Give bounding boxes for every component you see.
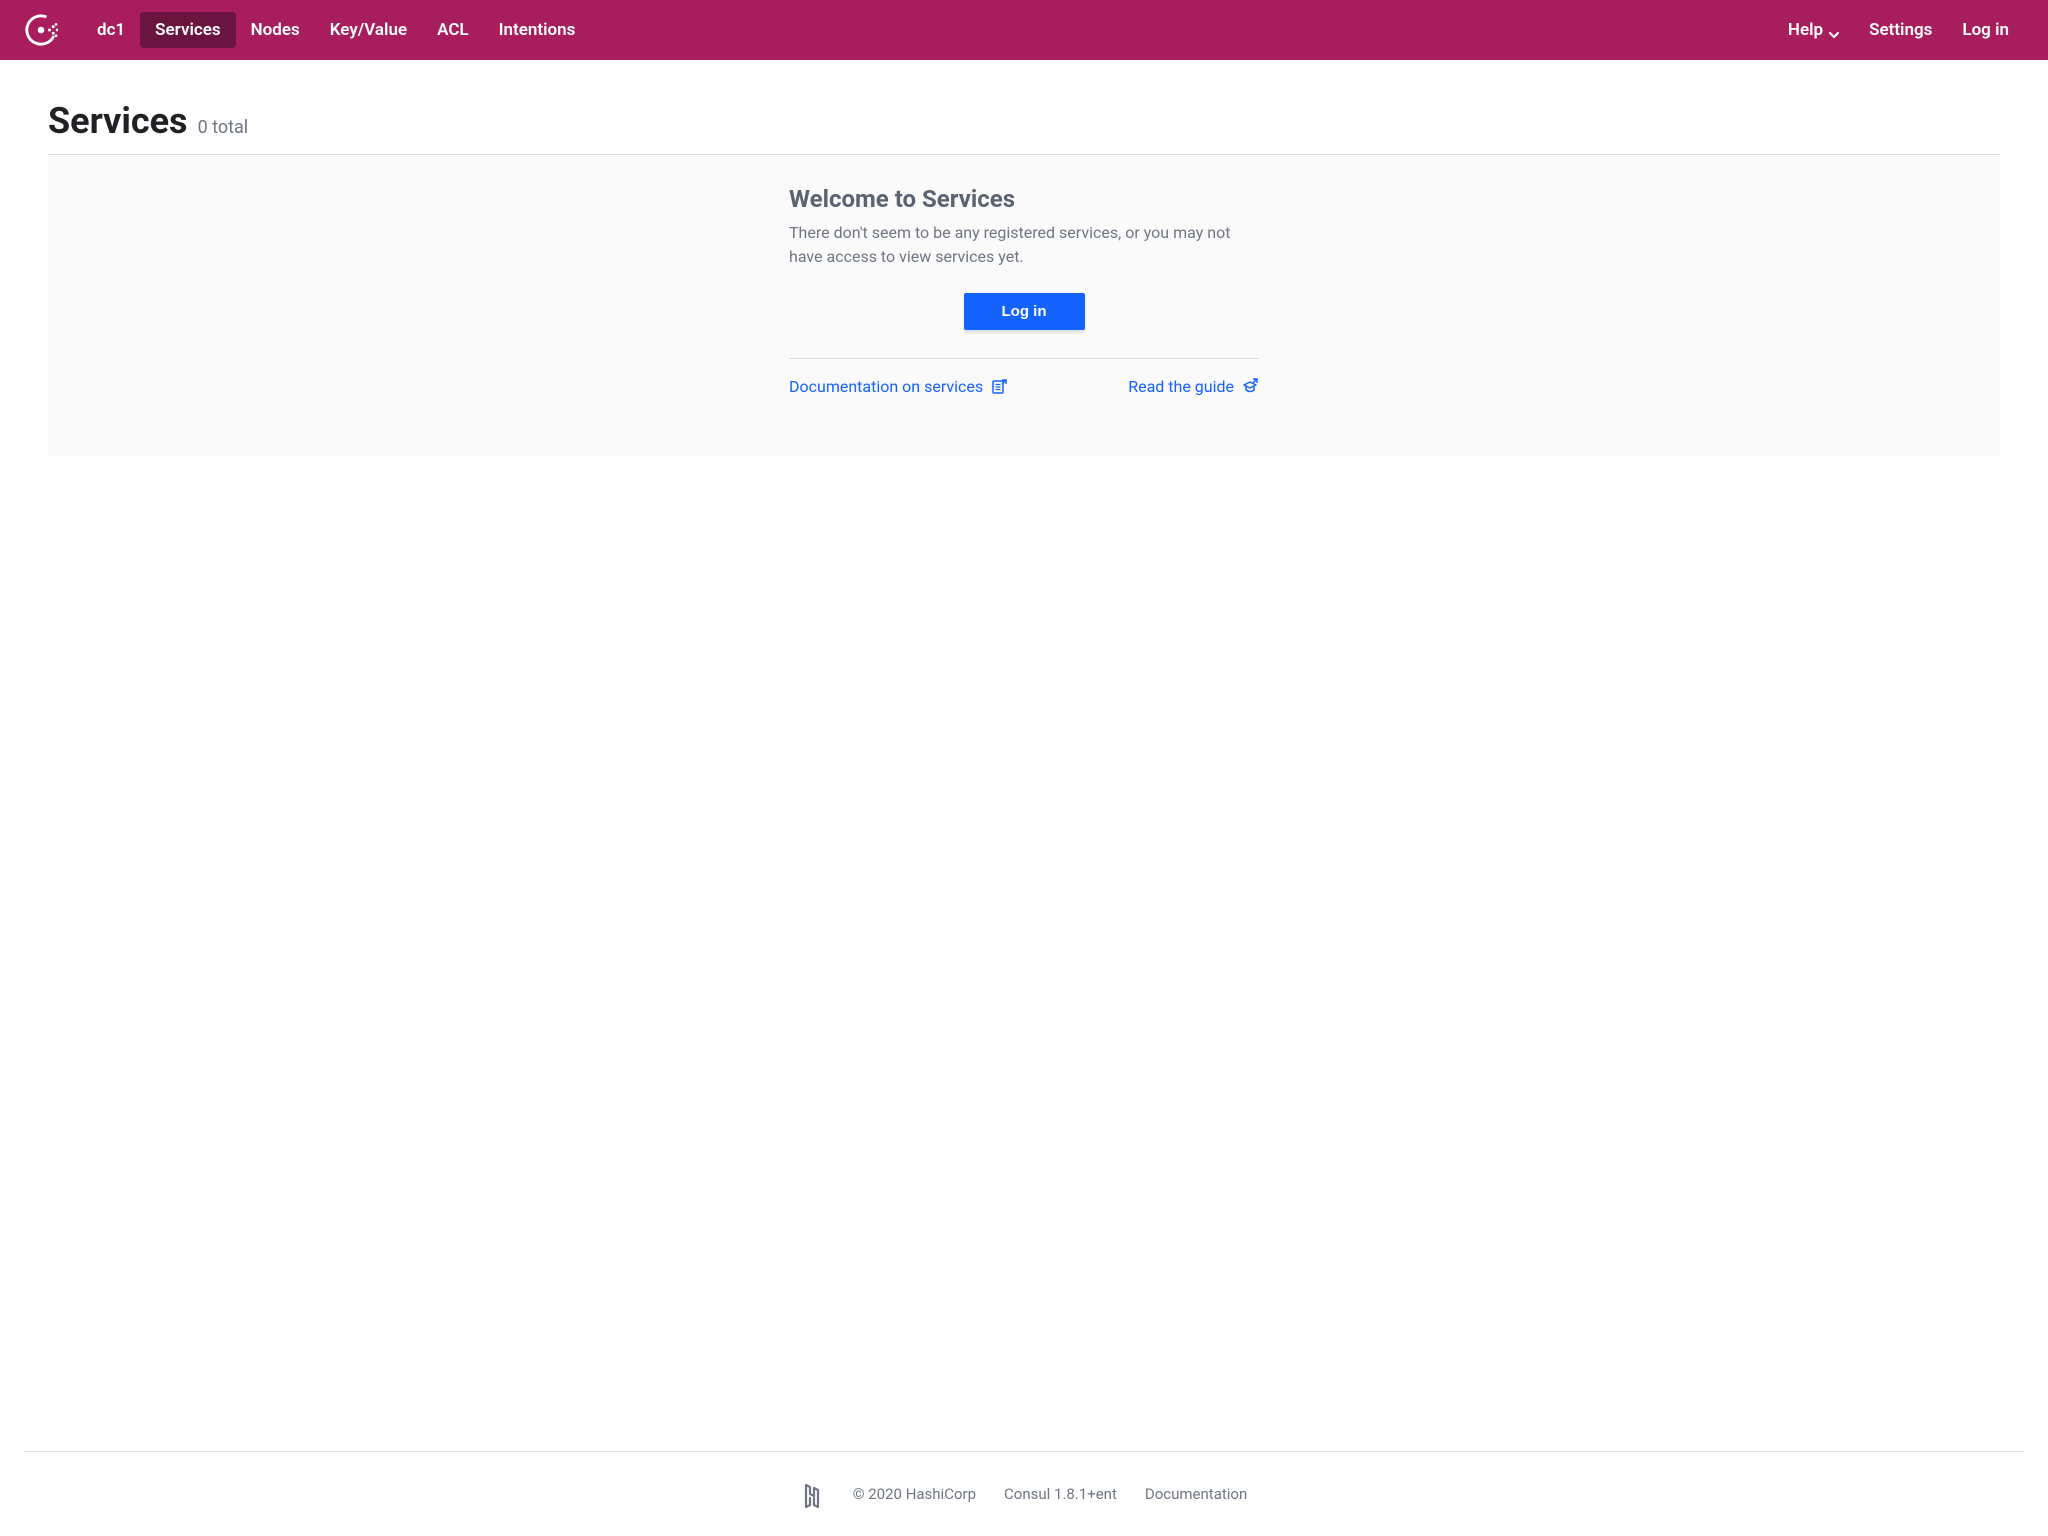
- nav-right: Help Settings Log in: [1773, 12, 2024, 48]
- document-external-icon: [991, 378, 1008, 395]
- nav-services[interactable]: Services: [140, 12, 235, 48]
- footer-copyright[interactable]: © 2020 HashiCorp: [853, 1485, 976, 1503]
- nav-help-label: Help: [1788, 20, 1823, 40]
- empty-state-links: Documentation on services Read the guide: [789, 377, 1259, 396]
- read-guide-link[interactable]: Read the guide: [1128, 377, 1259, 396]
- nav-acl[interactable]: ACL: [422, 12, 484, 48]
- footer-inner: © 2020 HashiCorp Consul 1.8.1+ent Docume…: [24, 1482, 2024, 1506]
- nav-help[interactable]: Help: [1773, 12, 1854, 48]
- nav-key-value[interactable]: Key/Value: [315, 12, 422, 48]
- empty-state-title: Welcome to Services: [789, 185, 1259, 213]
- learn-external-icon: [1242, 378, 1259, 395]
- login-button[interactable]: Log in: [964, 293, 1085, 330]
- nav-login[interactable]: Log in: [1947, 12, 2024, 48]
- empty-state-text: There don't seem to be any registered se…: [789, 221, 1259, 269]
- page-title: Services: [48, 100, 188, 142]
- nav-nodes[interactable]: Nodes: [236, 12, 315, 48]
- empty-state: Welcome to Services There don't seem to …: [789, 185, 1259, 396]
- nav-intentions[interactable]: Intentions: [484, 12, 591, 48]
- hashicorp-logo-icon: [801, 1482, 825, 1506]
- top-navigation: dc1 Services Nodes Key/Value ACL Intenti…: [0, 0, 2048, 60]
- divider: [789, 358, 1259, 359]
- empty-state-wrapper: Welcome to Services There don't seem to …: [48, 155, 2000, 456]
- nav-datacenter[interactable]: dc1: [82, 12, 140, 48]
- footer-version[interactable]: Consul 1.8.1+ent: [1004, 1485, 1117, 1503]
- consul-logo[interactable]: [24, 13, 58, 47]
- documentation-link[interactable]: Documentation on services: [789, 377, 1008, 396]
- page-header: Services 0 total: [48, 100, 2000, 155]
- nav-left: dc1 Services Nodes Key/Value ACL Intenti…: [82, 12, 590, 48]
- nav-settings[interactable]: Settings: [1854, 12, 1947, 48]
- documentation-link-label: Documentation on services: [789, 377, 983, 396]
- footer: © 2020 HashiCorp Consul 1.8.1+ent Docume…: [24, 1451, 2024, 1536]
- main-content: Services 0 total Welcome to Services The…: [0, 60, 2048, 1451]
- chevron-down-icon: [1829, 25, 1839, 35]
- footer-documentation[interactable]: Documentation: [1145, 1485, 1247, 1503]
- page-count: 0 total: [198, 117, 249, 138]
- read-guide-link-label: Read the guide: [1128, 377, 1234, 396]
